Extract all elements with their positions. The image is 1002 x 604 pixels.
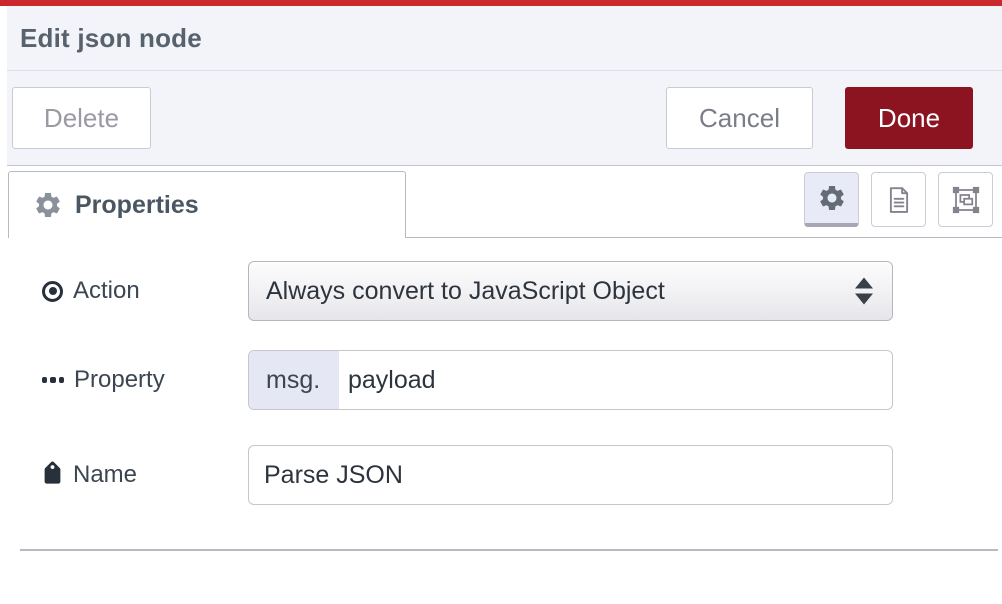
name-label: Name	[7, 461, 248, 489]
gear-icon	[33, 190, 63, 220]
gear-icon	[817, 183, 847, 213]
property-input: msg.	[248, 350, 893, 410]
property-label: Property	[7, 366, 248, 394]
editor-tab-bar: Properties	[7, 166, 1002, 238]
property-row: Property msg.	[7, 350, 1002, 410]
tag-icon	[42, 465, 63, 486]
icon-button-appearance[interactable]	[938, 172, 993, 227]
tray-header: Edit json node	[7, 6, 1002, 71]
tab-icon-buttons	[804, 172, 993, 227]
property-value-input[interactable]	[339, 351, 892, 409]
properties-form: Action Always convert to JavaScript Obje…	[7, 238, 1002, 551]
dialog-title: Edit json node	[20, 23, 202, 54]
msg-prefix-selector[interactable]: msg.	[249, 351, 339, 409]
action-label: Action	[7, 277, 248, 305]
action-select-value: Always convert to JavaScript Object	[266, 277, 665, 306]
name-label-text: Name	[73, 461, 137, 489]
name-row: Name	[7, 445, 1002, 505]
tab-properties[interactable]: Properties	[8, 171, 406, 238]
dot-circle-icon	[42, 281, 63, 302]
name-input[interactable]	[248, 445, 893, 505]
form-divider	[20, 549, 998, 551]
select-arrows-icon	[855, 278, 873, 305]
description-icon	[884, 185, 914, 215]
tray-toolbar: Delete Cancel Done	[7, 71, 1002, 166]
ellipsis-icon	[42, 377, 64, 383]
cancel-button[interactable]: Cancel	[666, 87, 813, 149]
action-select[interactable]: Always convert to JavaScript Object	[248, 261, 893, 321]
tab-properties-label: Properties	[75, 191, 199, 220]
action-label-text: Action	[73, 277, 140, 305]
icon-button-properties[interactable]	[804, 172, 859, 227]
done-button[interactable]: Done	[845, 87, 973, 149]
action-row: Action Always convert to JavaScript Obje…	[7, 261, 1002, 321]
delete-button[interactable]: Delete	[12, 87, 151, 149]
edit-node-tray: Edit json node Delete Cancel Done Proper…	[7, 6, 1002, 551]
appearance-icon	[951, 185, 981, 215]
property-label-text: Property	[74, 366, 165, 394]
icon-button-description[interactable]	[871, 172, 926, 227]
